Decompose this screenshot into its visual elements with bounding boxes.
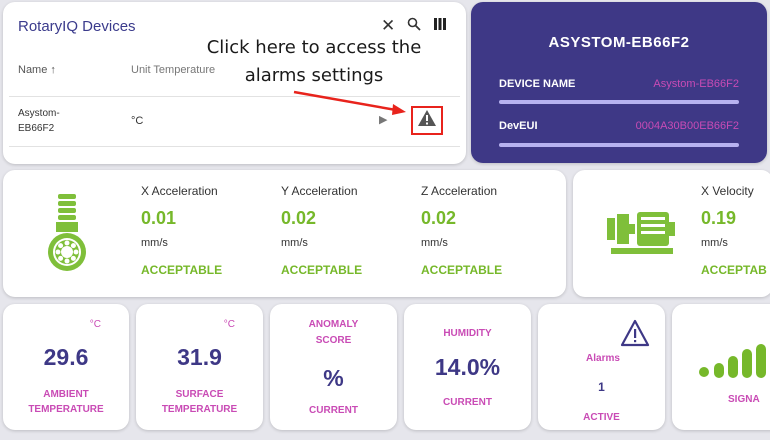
metric-status: ACCEPTABLE bbox=[141, 263, 223, 277]
divider-line bbox=[499, 143, 739, 147]
device-info-card: ASYSTOM-EB66F2 DEVICE NAME Asystom-EB66F… bbox=[471, 2, 767, 163]
row-divider bbox=[9, 146, 460, 147]
device-row-name[interactable]: Asystom-EB66F2 bbox=[18, 106, 78, 136]
humidity-tile: HUMIDITY 14.0% CURRENT bbox=[404, 304, 531, 430]
alarms-count: 1 bbox=[598, 380, 605, 394]
humidity-value: 14.0% bbox=[434, 354, 501, 380]
caption: CURRENT bbox=[443, 397, 492, 408]
alarms-settings-button[interactable] bbox=[411, 106, 443, 135]
unit-label: °C bbox=[89, 319, 101, 330]
surface-temperature-value: 31.9 bbox=[177, 344, 222, 370]
signal-tile: SIGNA bbox=[672, 304, 770, 430]
annotation-text: Click here to access the alarms settings bbox=[206, 37, 422, 86]
title-line-2: SCORE bbox=[315, 335, 352, 346]
caption-line-1: SURFACE bbox=[175, 389, 224, 400]
header-divider bbox=[9, 96, 460, 97]
warning-icon bbox=[620, 319, 650, 347]
device-title: ASYSTOM-EB66F2 bbox=[548, 34, 690, 51]
ambient-temperature-value: 29.6 bbox=[43, 344, 89, 370]
device-row-unit: °C bbox=[131, 115, 144, 127]
metric-label: X Acceleration bbox=[141, 184, 218, 198]
devices-toolbar: ✕ bbox=[381, 16, 447, 36]
metric-status: ACCEPTAB bbox=[701, 263, 767, 277]
metric-label: Z Acceleration bbox=[421, 184, 498, 198]
deveui-value: 0004A30B00EB66F2 bbox=[635, 120, 739, 132]
device-name-value: Asystom-EB66F2 bbox=[653, 78, 739, 90]
acceleration-card: X Acceleration 0.01 mm/s ACCEPTABLE Y Ac… bbox=[3, 170, 566, 297]
x-velocity-metric: X Velocity 0.19 mm/s ACCEPTAB bbox=[701, 184, 770, 277]
caption: ACTIVE bbox=[583, 412, 620, 423]
motor-icon bbox=[607, 212, 675, 254]
close-icon[interactable]: ✕ bbox=[381, 16, 395, 36]
caption-line-2: TEMPERATURE bbox=[28, 404, 104, 415]
column-header-name[interactable]: Name ↑ bbox=[18, 64, 56, 76]
alarms-tile[interactable]: Alarms 1 ACTIVE bbox=[538, 304, 665, 430]
anomaly-score-value: % bbox=[323, 365, 344, 391]
z-acceleration-metric: Z Acceleration 0.02 mm/s ACCEPTABLE bbox=[421, 184, 551, 277]
metric-label: Y Acceleration bbox=[281, 184, 358, 198]
caption-line-2: TEMPERATURE bbox=[161, 404, 238, 415]
humidity-title: HUMIDITY bbox=[443, 328, 492, 339]
velocity-card: X Velocity 0.19 mm/s ACCEPTAB bbox=[573, 170, 770, 297]
divider-line bbox=[499, 100, 739, 104]
deveui-label: DevEUI bbox=[499, 120, 538, 132]
signal-strength-icon bbox=[699, 344, 766, 378]
title-line-1: ANOMALY bbox=[308, 319, 359, 330]
metric-value: 0.19 bbox=[701, 208, 737, 228]
columns-icon[interactable] bbox=[433, 17, 447, 35]
device-name-label: DEVICE NAME bbox=[499, 78, 576, 90]
y-acceleration-metric: Y Acceleration 0.02 mm/s ACCEPTABLE bbox=[281, 184, 411, 277]
play-icon[interactable]: ▶ bbox=[379, 113, 387, 126]
signal-caption: SIGNA bbox=[728, 394, 760, 405]
metric-status: ACCEPTABLE bbox=[421, 263, 503, 277]
metric-unit: mm/s bbox=[701, 237, 728, 249]
caption-line-1: AMBIENT bbox=[43, 389, 89, 400]
metric-value: 0.01 bbox=[141, 208, 177, 228]
warning-icon bbox=[417, 109, 437, 132]
alarms-label: Alarms bbox=[586, 353, 620, 364]
anomaly-score-tile: ANOMALY SCORE % CURRENT bbox=[270, 304, 397, 430]
surface-temperature-tile: °C 31.9 SURFACE TEMPERATURE bbox=[136, 304, 263, 430]
bearing-icon bbox=[48, 194, 86, 271]
metric-value: 0.02 bbox=[421, 208, 457, 228]
metric-unit: mm/s bbox=[421, 237, 448, 249]
metric-status: ACCEPTABLE bbox=[281, 263, 363, 277]
metric-unit: mm/s bbox=[141, 237, 168, 249]
x-acceleration-metric: X Acceleration 0.01 mm/s ACCEPTABLE bbox=[141, 184, 271, 277]
ambient-temperature-tile: °C 29.6 AMBIENT TEMPERATURE bbox=[3, 304, 129, 430]
devices-title: RotaryIQ Devices bbox=[18, 18, 136, 35]
metric-label: X Velocity bbox=[701, 184, 754, 198]
unit-label: °C bbox=[223, 319, 235, 330]
search-icon[interactable] bbox=[407, 17, 421, 35]
caption: CURRENT bbox=[309, 405, 358, 416]
metric-unit: mm/s bbox=[281, 237, 308, 249]
metric-value: 0.02 bbox=[281, 208, 317, 228]
